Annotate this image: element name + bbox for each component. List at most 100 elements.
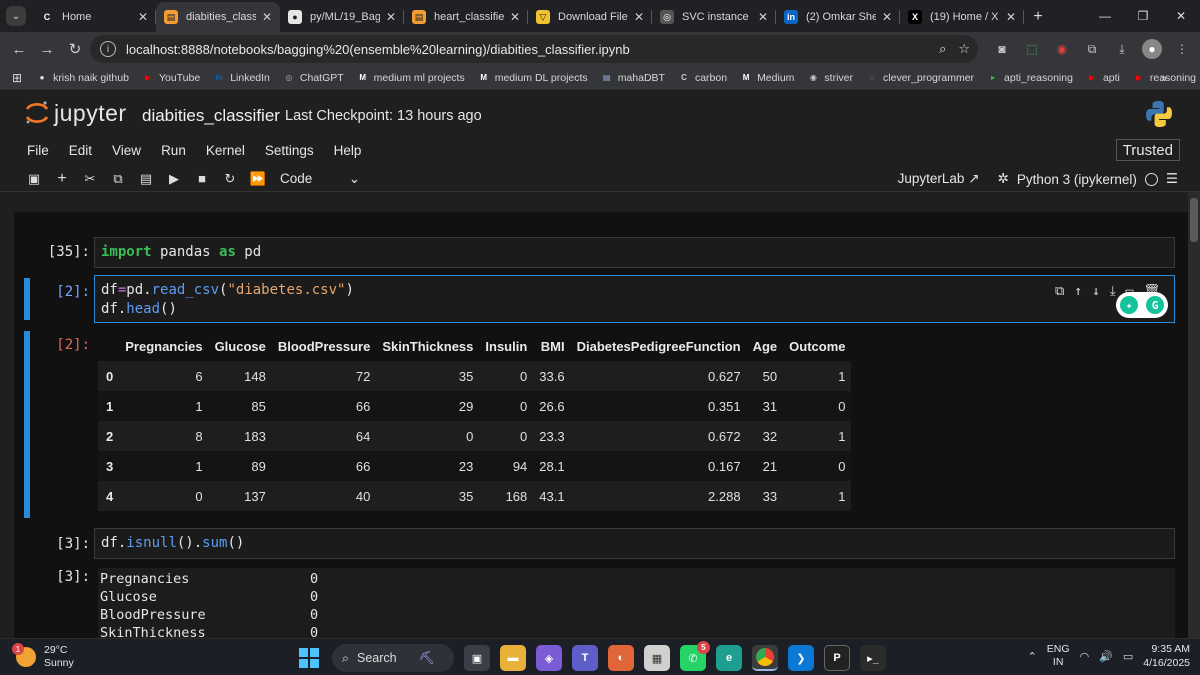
zoom-icon[interactable]: ⌕	[939, 41, 946, 57]
tab-close-icon[interactable]: ✕	[882, 10, 892, 24]
notebook-scrollbar[interactable]	[1188, 192, 1200, 638]
tab-close-icon[interactable]: ✕	[386, 10, 396, 24]
paste-icon[interactable]: ▤	[132, 167, 160, 191]
teams-icon[interactable]: T	[572, 645, 598, 671]
new-tab-button[interactable]: +	[1024, 2, 1052, 32]
cell-type-select[interactable]: Code ⌄	[280, 171, 360, 187]
code-editor[interactable]: df.isnull().sum()	[94, 528, 1175, 559]
chrome-icon[interactable]	[752, 645, 778, 671]
code-editor[interactable]: import pandas as pd	[94, 237, 1175, 268]
move-down-icon[interactable]: ↓	[1092, 282, 1100, 301]
menu-item[interactable]: Settings	[265, 143, 314, 158]
hamburger-menu-icon[interactable]: ☰	[1166, 171, 1178, 187]
tab-close-icon[interactable]: ✕	[262, 10, 272, 24]
browser-tab[interactable]: ▽ Download File - ✕	[528, 2, 652, 32]
bookmark-item[interactable]: ◉ striver	[807, 72, 853, 84]
browser-tab[interactable]: in (2) Omkar Shelk ✕	[776, 2, 900, 32]
browser-tab[interactable]: ▤ diabities_classifie ✕	[156, 2, 280, 32]
reload-button[interactable]: ↻	[62, 36, 88, 62]
grammarly-widget[interactable]: ✦ G	[1116, 292, 1168, 318]
profile-avatar[interactable]: ●	[1142, 39, 1162, 59]
language-indicator[interactable]: ENG IN	[1047, 643, 1070, 669]
store-icon[interactable]: ▦	[644, 645, 670, 671]
weather-widget[interactable]: 1 29°C Sunny	[12, 643, 74, 670]
screenshot-extension-icon[interactable]: ⬚	[1022, 39, 1042, 59]
browser-tab[interactable]: C Home ✕	[32, 2, 156, 32]
bookmark-item[interactable]: Mmedium DL projects	[478, 72, 587, 84]
bookmark-item[interactable]: Mmedium ml projects	[357, 72, 464, 84]
browser-menu-icon[interactable]: ⋮	[1172, 39, 1192, 59]
clock[interactable]: 9:35 AM 4/16/2025	[1143, 642, 1190, 670]
menu-item[interactable]: File	[27, 143, 49, 158]
bookmark-item[interactable]: ▤ mahaDBT	[601, 72, 665, 84]
menu-item[interactable]: View	[112, 143, 141, 158]
copy-icon[interactable]: ⧉	[104, 167, 132, 191]
cut-icon[interactable]: ✂	[76, 167, 104, 191]
windows-start-icon[interactable]	[296, 645, 322, 671]
bookmark-star-icon[interactable]: ☆	[958, 41, 970, 57]
taskbar-search[interactable]: ⌕ Search ⛏	[332, 644, 454, 672]
wifi-icon[interactable]: ◠	[1080, 650, 1090, 663]
file-explorer-icon[interactable]: ▬	[500, 645, 526, 671]
kernel-name[interactable]: Python 3 (ipykernel)	[1017, 172, 1137, 187]
task-view-icon[interactable]: ▣	[464, 645, 490, 671]
camera-extension-icon[interactable]: ◙	[992, 39, 1012, 59]
insert-cell-icon[interactable]: +	[48, 167, 76, 191]
notebook-title[interactable]: diabities_classifier	[142, 106, 280, 126]
apps-grid-icon[interactable]: ⊞	[12, 71, 22, 85]
run-all-icon[interactable]: ⏩	[244, 167, 272, 191]
scrollbar-thumb[interactable]	[1190, 198, 1198, 242]
code-editor[interactable]: df=pd.read_csv("diabetes.csv") df.head()…	[94, 275, 1175, 323]
bookmark-item[interactable]: in LinkedIn	[213, 72, 270, 84]
tab-close-icon[interactable]: ✕	[1006, 10, 1016, 24]
menu-item[interactable]: Run	[161, 143, 186, 158]
tab-close-icon[interactable]: ✕	[634, 10, 644, 24]
browser-tab[interactable]: X (19) Home / X ✕	[900, 2, 1024, 32]
menu-item[interactable]: Kernel	[206, 143, 245, 158]
bookmark-item[interactable]: ◌ clever_programmer	[866, 72, 974, 84]
jupyter-logo-icon[interactable]	[24, 100, 50, 126]
bookmark-item[interactable]: ◎ ChatGPT	[283, 72, 343, 84]
browser-tab[interactable]: ▤ heart_classifier ✕	[404, 2, 528, 32]
browser-tab[interactable]: ◎ SVC instance err ✕	[652, 2, 776, 32]
move-up-icon[interactable]: ↑	[1074, 282, 1082, 301]
duplicate-cell-icon[interactable]: ⧉	[1055, 282, 1064, 301]
copilot-icon[interactable]: ◈	[536, 645, 562, 671]
restart-icon[interactable]: ↻	[216, 167, 244, 191]
stop-icon[interactable]: ■	[188, 167, 216, 191]
save-icon[interactable]: ▣	[20, 167, 48, 191]
bookmarks-more-button[interactable]: »	[1161, 72, 1167, 84]
site-info-icon[interactable]: i	[100, 41, 116, 57]
tab-search-button[interactable]: ⌄	[0, 0, 32, 32]
bookmark-item[interactable]: ▶ apti	[1086, 72, 1120, 84]
tab-close-icon[interactable]: ✕	[510, 10, 520, 24]
restore-button[interactable]: ❐	[1124, 0, 1162, 32]
menu-item[interactable]: Help	[334, 143, 362, 158]
jupyterlab-link[interactable]: JupyterLab ↗	[898, 171, 980, 187]
browser-tab[interactable]: ● py/ML/19_Baggi ✕	[280, 2, 404, 32]
run-icon[interactable]: ▶	[160, 167, 188, 191]
record-extension-icon[interactable]: ◉	[1052, 39, 1072, 59]
debugger-icon[interactable]: ✲	[998, 171, 1009, 187]
battery-icon[interactable]: ▭	[1123, 650, 1133, 663]
back-button[interactable]: ←	[6, 36, 32, 62]
edge-icon[interactable]: e	[716, 645, 742, 671]
vscode-icon[interactable]: ❯	[788, 645, 814, 671]
firefox-icon[interactable]: ◐	[608, 645, 634, 671]
volume-icon[interactable]: 🔊	[1099, 650, 1113, 663]
whatsapp-icon[interactable]: ✆ 5	[680, 641, 710, 671]
close-window-button[interactable]: ✕	[1162, 0, 1200, 32]
tab-close-icon[interactable]: ✕	[138, 10, 148, 24]
downloads-icon[interactable]: ⤓	[1112, 39, 1132, 59]
extensions-puzzle-icon[interactable]: ⧉	[1082, 39, 1102, 59]
insert-below-icon[interactable]: ⤓	[1110, 282, 1116, 301]
address-bar[interactable]: i localhost:8888/notebooks/bagging%20(en…	[90, 35, 978, 63]
trusted-indicator[interactable]: Trusted	[1115, 139, 1180, 161]
menu-item[interactable]: Edit	[69, 143, 92, 158]
tab-close-icon[interactable]: ✕	[758, 10, 768, 24]
bookmark-item[interactable]: M Medium	[740, 72, 795, 84]
bookmark-item[interactable]: Ccarbon	[678, 72, 727, 84]
bookmark-item[interactable]: ▸ apti_reasoning	[987, 72, 1073, 84]
bookmark-item[interactable]: ▶ YouTube	[142, 72, 200, 84]
minimize-button[interactable]: —	[1086, 0, 1124, 32]
